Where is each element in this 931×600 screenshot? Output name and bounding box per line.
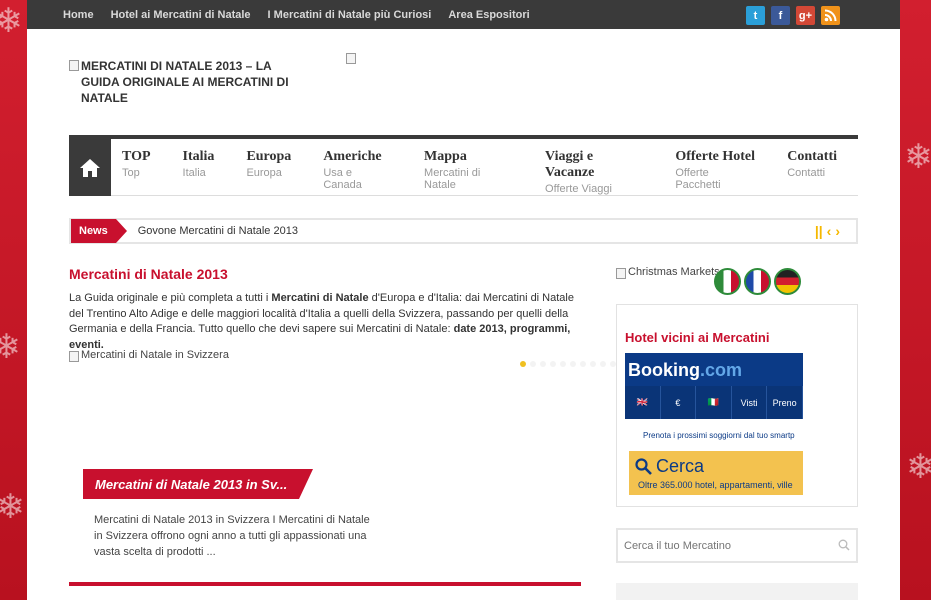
nav-item-contatti[interactable]: Contatti Contatti xyxy=(776,139,848,195)
header-banner[interactable] xyxy=(346,51,358,69)
nav-item-europa[interactable]: Europa Europa xyxy=(235,139,302,195)
search-icon xyxy=(635,458,652,475)
germany-bauble-icon[interactable] xyxy=(774,268,801,295)
flag-baubles xyxy=(714,268,801,295)
nav-item-top[interactable]: TOP Top xyxy=(111,139,162,195)
snowflake-decoration: ❄ xyxy=(0,327,21,367)
home-icon xyxy=(80,158,100,177)
visti-button[interactable]: Visti xyxy=(732,386,768,419)
social-links: t f g+ xyxy=(746,6,840,25)
cerca-subtitle: Oltre 365.000 hotel, appartamenti, ville xyxy=(638,480,793,490)
top-nav: Home Hotel ai Mercatini di Natale I Merc… xyxy=(63,9,547,21)
italy-flag-icon[interactable]: 🇮🇹 xyxy=(696,386,732,419)
snowflake-decoration: ❄ xyxy=(906,447,931,487)
top-bar: Home Hotel ai Mercatini di Natale I Merc… xyxy=(27,0,900,29)
ticker-headline[interactable]: Govone Mercatini di Natale 2013 xyxy=(138,225,298,237)
booking-logo: Booking.com xyxy=(628,360,743,380)
site-search xyxy=(616,528,858,563)
intro-paragraph: La Guida originale e più completa a tutt… xyxy=(69,292,574,351)
slide-description: Mercatini di Natale 2013 in Svizzera I M… xyxy=(94,514,370,558)
nav-item-viaggi[interactable]: Viaggi e Vacanze Offerte Viaggi xyxy=(534,139,654,195)
slider-image[interactable]: Mercatini di Natale in Svizzera xyxy=(69,349,229,362)
section-divider xyxy=(69,582,581,586)
page-title[interactable]: Mercatini di Natale 2013 xyxy=(69,266,228,282)
slider-dot[interactable] xyxy=(590,361,596,367)
broken-image-icon xyxy=(346,53,356,64)
top-link-curiosi[interactable]: I Mercatini di Natale più Curiosi xyxy=(268,9,432,21)
prev-icon[interactable]: ‹ xyxy=(827,223,832,239)
broken-image-icon xyxy=(616,268,626,279)
slider-dot[interactable] xyxy=(540,361,546,367)
main-nav: TOP Top Italia Italia Europa Europa Americh… xyxy=(69,135,858,196)
nav-item-americhe[interactable]: Americhe Usa e Canada xyxy=(312,139,403,195)
slider-dot[interactable] xyxy=(550,361,556,367)
pause-icon[interactable]: || xyxy=(815,223,823,239)
slider-dot[interactable] xyxy=(580,361,586,367)
widget-title: Hotel vicini ai Mercatini xyxy=(625,330,770,345)
christmas-markets-alt: Christmas Markets xyxy=(628,266,720,278)
rss-icon[interactable] xyxy=(821,6,840,25)
right-background: ❄ ❄ xyxy=(900,0,931,600)
logo-alt-text: MERCATINI DI NATALE 2013 – LA GUIDA ORIG… xyxy=(81,59,289,105)
slider-dot[interactable] xyxy=(570,361,576,367)
snowflake-decoration: ❄ xyxy=(0,487,25,527)
search-icon[interactable] xyxy=(838,539,850,551)
slider-dot-active[interactable] xyxy=(520,361,526,367)
site-logo[interactable]: MERCATINI DI NATALE 2013 – LA GUIDA ORIG… xyxy=(69,58,309,106)
nav-item-italia[interactable]: Italia Italia xyxy=(172,139,226,195)
search-input[interactable] xyxy=(624,539,834,552)
top-link-espositori[interactable]: Area Espositori xyxy=(448,9,529,21)
top-link-home[interactable]: Home xyxy=(63,9,94,21)
slide-title[interactable]: Mercatini di Natale 2013 in Sv... xyxy=(83,469,314,499)
news-label: News xyxy=(71,219,127,243)
slider-dots xyxy=(520,361,616,367)
left-background: ❄ ❄ ❄ xyxy=(0,0,27,600)
nav-item-offerte-hotel[interactable]: Offerte Hotel Offerte Pacchetti xyxy=(664,139,766,195)
nav-item-mappa[interactable]: Mappa Mercatini di Natale xyxy=(413,139,524,195)
booking-toolbar: 🇬🇧 € 🇮🇹 Visti Preno xyxy=(625,386,803,419)
google-plus-icon[interactable]: g+ xyxy=(796,6,815,25)
booking-search-banner[interactable]: Cerca Oltre 365.000 hotel, appartamenti,… xyxy=(629,451,803,495)
italy-bauble-icon[interactable] xyxy=(714,268,741,295)
slider-dot[interactable] xyxy=(560,361,566,367)
currency-button[interactable]: € xyxy=(661,386,697,419)
prenota-button[interactable]: Preno xyxy=(767,386,803,419)
sidebar-widget xyxy=(616,583,858,600)
christmas-markets-image[interactable]: Christmas Markets xyxy=(616,266,720,279)
hotel-widget: Hotel vicini ai Mercatini Booking.com 🇬🇧… xyxy=(616,304,858,507)
ticker-controls: || ‹ › xyxy=(815,223,840,239)
twitter-icon[interactable]: t xyxy=(746,6,765,25)
france-bauble-icon[interactable] xyxy=(744,268,771,295)
slider-alt-text: Mercatini di Natale in Svizzera xyxy=(81,349,229,361)
booking-smartphone-text[interactable]: Prenota i prossimi soggiorni dal tuo sma… xyxy=(643,431,805,440)
booking-banner[interactable]: Booking.com 🇬🇧 € 🇮🇹 Visti Preno xyxy=(625,353,803,419)
slider-dot[interactable] xyxy=(600,361,606,367)
home-button[interactable] xyxy=(69,139,112,196)
facebook-icon[interactable]: f xyxy=(771,6,790,25)
page-container: Home Hotel ai Mercatini di Natale I Merc… xyxy=(27,0,900,600)
news-ticker: News Govone Mercatini di Natale 2013 || … xyxy=(69,218,858,244)
language-flag-icon[interactable]: 🇬🇧 xyxy=(625,386,661,419)
top-link-hotel[interactable]: Hotel ai Mercatini di Natale xyxy=(111,9,251,21)
cerca-label: Cerca xyxy=(635,456,704,477)
next-icon[interactable]: › xyxy=(835,223,840,239)
broken-image-icon xyxy=(69,60,79,71)
snowflake-decoration: ❄ xyxy=(904,137,931,177)
snowflake-decoration: ❄ xyxy=(0,1,23,41)
slider-dot[interactable] xyxy=(530,361,536,367)
broken-image-icon xyxy=(69,351,79,362)
